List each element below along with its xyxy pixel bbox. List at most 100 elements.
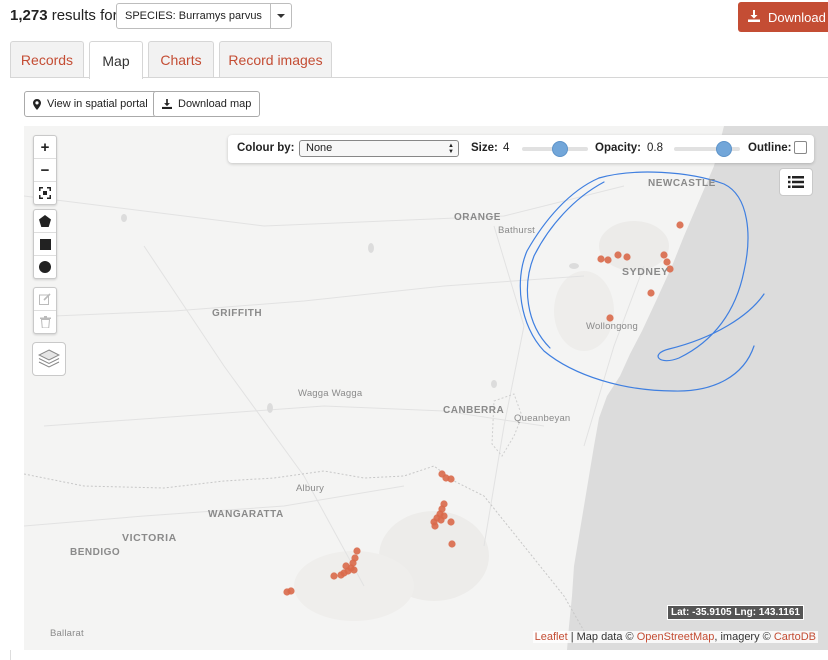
- coordinates-readout: Lat: -35.9105 Lng: 143.1161: [667, 605, 804, 620]
- record-point: [676, 221, 684, 229]
- legend-button[interactable]: [779, 168, 813, 196]
- circle-icon: [39, 261, 51, 273]
- record-point: [431, 522, 439, 530]
- outline-label: Outline:: [748, 142, 792, 154]
- place-ballarat: Ballarat: [50, 628, 84, 639]
- zoom-in-button[interactable]: +: [34, 136, 56, 159]
- draw-rectangle-button[interactable]: [34, 233, 56, 256]
- map-view[interactable]: NEWCASTLE ORANGE Bathurst SYDNEY GRIFFIT…: [24, 126, 828, 650]
- opacity-label: Opacity:: [595, 142, 642, 154]
- record-point: [647, 289, 655, 297]
- list-icon: [788, 176, 804, 188]
- tab-map-label: Map: [102, 52, 130, 69]
- place-sydney: SYDNEY: [622, 266, 669, 278]
- fullscreen-icon: [39, 187, 51, 199]
- record-point: [337, 571, 345, 579]
- map-attribution: Leaflet | Map data © OpenStreetMap, imag…: [532, 631, 818, 643]
- place-bendigo: BENDIGO: [70, 547, 121, 558]
- tab-record-images[interactable]: Record images: [219, 41, 332, 77]
- size-value: 4: [503, 142, 510, 154]
- map-marker-icon: [33, 98, 41, 110]
- outline-checkbox[interactable]: [794, 141, 807, 154]
- colour-by-value: None: [306, 142, 333, 154]
- draw-toolbar: [33, 209, 57, 279]
- species-facet-dropdown[interactable]: SPECIES: Burramys parvus: [116, 3, 292, 29]
- record-point: [350, 566, 358, 574]
- opacity-slider[interactable]: [674, 141, 740, 157]
- size-slider[interactable]: [522, 141, 588, 157]
- edit-toolbar: [33, 287, 57, 334]
- size-label: Size:: [471, 142, 498, 154]
- draw-circle-button[interactable]: [34, 256, 56, 278]
- record-point: [330, 572, 338, 580]
- lake: [121, 214, 127, 222]
- download-button[interactable]: Download: [738, 2, 828, 32]
- colour-by-label: Colour by:: [237, 142, 295, 154]
- tab-records[interactable]: Records: [10, 41, 84, 77]
- layers-icon: [38, 349, 60, 368]
- size-slider-handle[interactable]: [552, 141, 568, 157]
- record-point: [342, 562, 350, 570]
- tab-record-images-label: Record images: [228, 51, 323, 68]
- record-point: [623, 253, 631, 261]
- lake: [267, 403, 273, 413]
- delete-layers-button[interactable]: [34, 311, 56, 333]
- record-point: [597, 255, 605, 263]
- download-map-button[interactable]: Download map: [153, 91, 261, 117]
- view-spatial-portal-button[interactable]: View in spatial portal: [24, 91, 157, 117]
- cartodb-link[interactable]: CartoDB: [774, 631, 816, 643]
- facet-label: SPECIES: Burramys parvus: [125, 10, 262, 22]
- map-style-toolbar: Colour by: None ▲ ▼ Size: 4 Opacity: 0.8 …: [228, 135, 814, 163]
- place-griffith: GRIFFITH: [212, 308, 263, 319]
- record-point: [440, 512, 448, 520]
- download-icon: [748, 9, 760, 25]
- spatial-portal-label: View in spatial portal: [47, 98, 148, 110]
- edit-layers-button[interactable]: [34, 288, 56, 311]
- ocean-area: [567, 126, 828, 650]
- zoom-out-button[interactable]: −: [34, 159, 56, 182]
- trash-icon: [39, 316, 51, 328]
- place-victoria: VICTORIA: [122, 532, 177, 544]
- place-bathurst: Bathurst: [498, 225, 535, 236]
- fullscreen-button[interactable]: [34, 182, 56, 204]
- osm-link[interactable]: OpenStreetMap: [637, 631, 715, 643]
- record-point: [353, 547, 361, 555]
- place-wagga-wagga: Wagga Wagga: [298, 388, 363, 399]
- attribution-text: | Map data ©: [567, 631, 637, 643]
- act-border: [491, 393, 523, 457]
- polygon-icon: [39, 215, 51, 227]
- draw-polygon-button[interactable]: [34, 210, 56, 233]
- place-orange: ORANGE: [454, 212, 501, 223]
- place-canberra: CANBERRA: [443, 405, 505, 416]
- record-point: [283, 588, 291, 596]
- opacity-value: 0.8: [647, 142, 663, 154]
- record-point: [447, 518, 455, 526]
- place-albury: Albury: [296, 483, 325, 494]
- opacity-slider-handle[interactable]: [716, 141, 732, 157]
- map-canvas: [24, 126, 828, 650]
- record-point: [447, 475, 455, 483]
- lake: [491, 380, 497, 388]
- tab-map[interactable]: Map: [89, 41, 143, 79]
- tab-records-label: Records: [20, 51, 74, 68]
- record-point: [663, 258, 671, 266]
- lake: [569, 263, 579, 269]
- tab-charts[interactable]: Charts: [148, 41, 214, 77]
- record-point: [660, 251, 668, 259]
- lake: [368, 243, 374, 253]
- layers-button[interactable]: [32, 342, 66, 376]
- results-suffix: results for: [51, 7, 118, 24]
- download-map-label: Download map: [178, 98, 252, 110]
- terrain-patch: [599, 221, 669, 271]
- place-wangaratta: WANGARATTA: [208, 509, 284, 520]
- terrain-patch: [554, 271, 614, 351]
- zoom-control: + −: [33, 135, 57, 205]
- chevron-down-icon[interactable]: [269, 4, 291, 28]
- leaflet-link[interactable]: Leaflet: [535, 631, 568, 643]
- imagery-text: , imagery ©: [714, 631, 774, 643]
- results-count: 1,273: [10, 7, 48, 24]
- download-icon: [162, 99, 172, 109]
- colour-by-select[interactable]: None ▲ ▼: [299, 140, 459, 157]
- download-label: Download: [768, 9, 826, 25]
- square-icon: [39, 238, 51, 250]
